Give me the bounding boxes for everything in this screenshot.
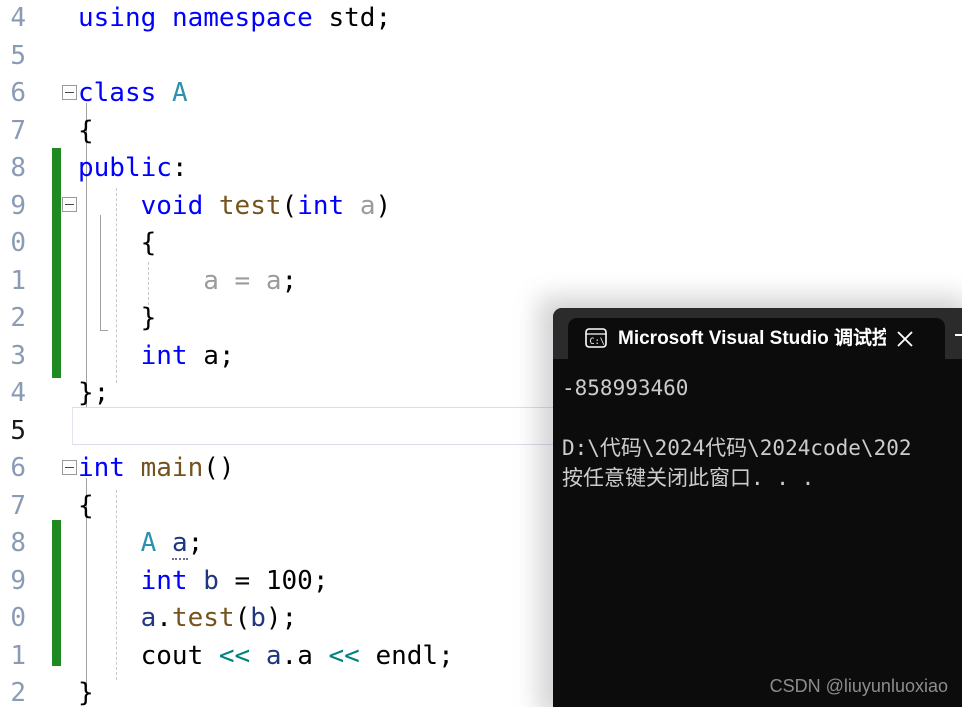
line-number-21: 1: [10, 640, 26, 671]
code-line-7[interactable]: 7{: [0, 113, 962, 151]
code-text-17: {: [78, 490, 94, 521]
console-titlebar[interactable]: C:\ Microsoft Visual Studio 调试控: [553, 308, 962, 359]
line-number-22: 2: [10, 678, 26, 707]
line-number-4: 4: [10, 3, 26, 33]
code-text-7: {: [78, 115, 94, 146]
code-text-20: a.test(b);: [140, 603, 298, 633]
console-line-3: 按任意键关闭此窗口. . .: [562, 466, 815, 490]
line-number-12: 2: [10, 303, 26, 333]
code-text-10: {: [140, 228, 157, 258]
code-line-6[interactable]: 6 class A: [0, 75, 962, 113]
svg-text:C:\: C:\: [590, 337, 605, 347]
code-text-8: public:: [78, 153, 188, 183]
screenshot-root: 4 using namespace std; 5 6 class A 7{8 public:…: [0, 0, 962, 707]
code-line-11[interactable]: 1 a = a;: [0, 263, 962, 301]
line-number-15: 5: [10, 415, 26, 446]
console-line-0: -858993460: [562, 376, 689, 400]
code-text-21: cout << a.a << endl;: [140, 640, 454, 671]
code-text-6: class A: [78, 78, 188, 108]
console-tab[interactable]: C:\ Microsoft Visual Studio 调试控: [568, 318, 945, 359]
code-text-18: A a;: [140, 528, 204, 560]
line-number-20: 0: [10, 603, 26, 633]
console-window[interactable]: C:\ Microsoft Visual Studio 调试控 -8589934…: [553, 308, 962, 707]
code-text-12: }: [140, 303, 157, 333]
code-text-13: int a;: [140, 340, 235, 371]
code-line-10[interactable]: 0 {: [0, 225, 962, 263]
line-number-14: 4: [10, 378, 26, 408]
new-tab-icon[interactable]: [950, 322, 962, 348]
code-line-4[interactable]: 4 using namespace std;: [0, 0, 962, 38]
code-text-4: using namespace std;: [78, 3, 392, 33]
code-line-5[interactable]: 5: [0, 38, 962, 76]
line-number-8: 8: [10, 153, 26, 183]
close-icon[interactable]: [892, 326, 918, 352]
code-text-14: };: [78, 378, 110, 408]
console-output[interactable]: -858993460 D:\代码\2024代码\2024code\202 按任意键关…: [553, 359, 962, 707]
code-text-16: int main(): [78, 453, 235, 483]
line-number-10: 0: [10, 228, 26, 258]
line-number-5: 5: [10, 40, 26, 71]
line-number-19: 9: [10, 565, 26, 596]
code-line-9[interactable]: 9 void test(int a): [0, 188, 962, 226]
code-text-19: int b = 100;: [140, 565, 329, 596]
code-line-8[interactable]: 8 public:: [0, 150, 962, 188]
line-number-6: 6: [10, 78, 26, 108]
line-number-11: 1: [10, 265, 26, 296]
console-line-2: D:\代码\2024代码\2024code\202: [562, 436, 912, 460]
watermark-text: CSDN @liuyunluoxiao: [769, 676, 948, 696]
console-tab-title: Microsoft Visual Studio 调试控: [618, 328, 886, 349]
line-number-17: 7: [10, 490, 26, 521]
line-number-16: 6: [10, 453, 26, 483]
line-number-9: 9: [10, 190, 26, 221]
line-number-13: 3: [10, 340, 26, 371]
line-number-7: 7: [10, 115, 26, 146]
code-text-22: }: [78, 678, 94, 707]
cmd-prompt-icon: C:\: [585, 328, 607, 348]
line-number-18: 8: [10, 528, 26, 558]
code-text-11: a = a;: [203, 265, 298, 296]
code-text-9: void test(int a): [140, 190, 392, 221]
